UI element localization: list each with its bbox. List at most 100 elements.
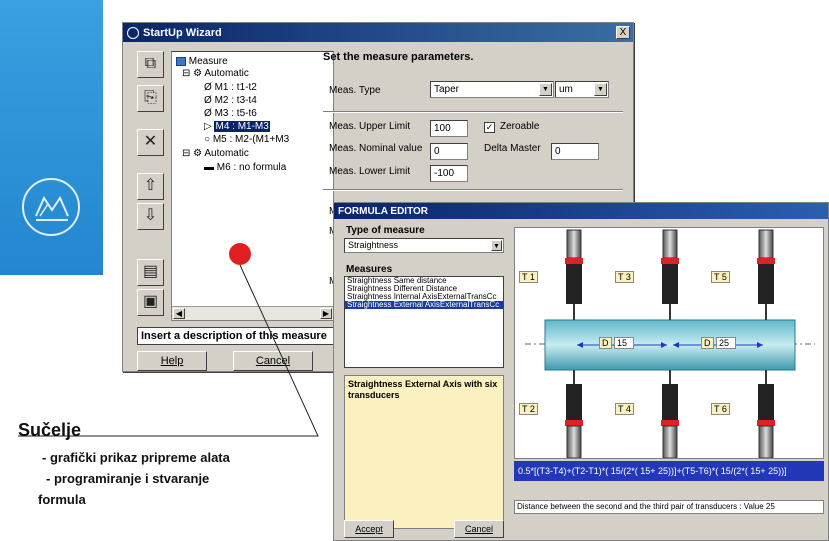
help-label: Help (160, 355, 184, 367)
arrow-up-icon: ⇧ (143, 177, 158, 194)
unit-value: um (559, 84, 573, 95)
formula-editor-window: FORMULA EDITOR Type of measure Straightn… (333, 202, 829, 541)
window-title: StartUp Wizard (143, 26, 222, 39)
transducer-t1: T 1 (519, 271, 538, 283)
scroll-left-arrow[interactable]: ◀ (173, 308, 185, 319)
formula-cancel-button[interactable]: Cancel (454, 520, 504, 538)
list-item[interactable]: Straightness Same distance (345, 277, 503, 285)
zeroable-checkbox[interactable]: ✓ (484, 122, 495, 133)
tree-group-automatic-2[interactable]: ⊟ ⚙ Automatic (182, 148, 249, 160)
new-measure-button[interactable]: ⧉ (137, 51, 164, 78)
tree-item-m1[interactable]: Ø M1 : t1-t2 (204, 82, 257, 94)
type-of-measure-select[interactable]: Straightness ▼ (344, 238, 504, 253)
formula-output[interactable]: 0.5*[(T3-T4)+(T2-T1)*( 15/(2*( 15+ 25))]… (514, 461, 824, 481)
diameter-icon: Ø (204, 108, 212, 119)
transducer-label-t4[interactable]: T 4 (615, 403, 634, 415)
delete-icon: ✕ (143, 133, 158, 150)
transducer-t4: T 4 (615, 403, 634, 415)
move-down-button[interactable]: ⇩ (137, 203, 164, 230)
formula-editor-titlebar: FORMULA EDITOR (334, 203, 828, 219)
dash-icon: ▬ (204, 162, 214, 173)
chevron-down-icon[interactable]: ▼ (491, 240, 502, 251)
diameter-icon: Ø (204, 95, 212, 106)
distance-field-1[interactable]: D 15 (599, 337, 635, 349)
status-bar: Distance between the second and the thir… (514, 500, 824, 514)
tree-item-m6[interactable]: ▬ M6 : no formula (204, 162, 286, 174)
distance-label: D (599, 337, 612, 349)
scroll-right-arrow[interactable]: ▶ (320, 308, 332, 319)
transducer-label-t6[interactable]: T 6 (711, 403, 730, 415)
lower-limit-input[interactable]: -100 (430, 165, 468, 182)
expand-icon: ⊟ (182, 68, 191, 79)
caption-bullets: - grafički prikaz pripreme alata - progr… (38, 447, 230, 510)
tree-scrollbar[interactable]: ◀ ▶ (172, 306, 333, 320)
company-logo (22, 178, 80, 236)
transducer-t5: T 5 (711, 271, 730, 283)
chevron-down-icon[interactable]: ▼ (594, 83, 607, 96)
move-up-button[interactable]: ⇧ (137, 173, 164, 200)
tree-item-m4[interactable]: ▷ M4 : M1-M3 (204, 121, 270, 133)
bullet-2-continuation: formula (38, 492, 86, 507)
measure-description: Straightness External Axis with six tran… (344, 375, 504, 529)
circle-icon: ○ (204, 134, 211, 145)
accept-label: Accept (355, 524, 383, 534)
pointer-dot (229, 243, 251, 265)
meas-type-value: Taper (434, 84, 460, 95)
transducer-label-t3[interactable]: T 3 (615, 271, 634, 283)
folder-icon (176, 56, 186, 66)
tree-item-m2[interactable]: Ø M2 : t3-t4 (204, 95, 257, 107)
tree-root[interactable]: Measure (176, 56, 228, 68)
arrow-down-icon: ⇩ (143, 207, 158, 224)
list-item-selected[interactable]: Straightness External AxisExternalTransC… (345, 301, 503, 309)
copy-measure-button[interactable]: ⎘ (137, 85, 164, 112)
tree-group-automatic[interactable]: ⊟ ⚙ Automatic (182, 68, 249, 80)
close-button[interactable]: X (616, 26, 630, 39)
probe-bottom (565, 370, 775, 458)
probe-top (565, 229, 775, 320)
tree-item-m5[interactable]: ○ M5 : M2-(M1+M3 (204, 134, 289, 146)
nominal-input[interactable]: 0 (430, 143, 468, 160)
delta-master-input[interactable]: 0 (551, 143, 599, 160)
type-of-measure-label: Type of measure (346, 225, 425, 236)
measure-tree[interactable]: Measure ⊟ ⚙ Automatic Ø M1 : t1-t2 Ø M2 … (171, 51, 334, 321)
accept-button[interactable]: Accept (344, 520, 394, 538)
paste-icon: ▤ (142, 263, 159, 280)
paste-button[interactable]: ▤ (137, 259, 164, 286)
distance-value[interactable]: 25 (716, 337, 737, 349)
taper-icon: ▷ (204, 121, 212, 132)
transducer-label-t1[interactable]: T 1 (519, 271, 538, 283)
gear-icon: ⚙ (193, 148, 203, 159)
measures-label: Measures (346, 264, 393, 275)
panel-title: Set the measure parameters. (323, 51, 474, 63)
list-item[interactable]: Straightness Internal AxisExternalTransC… (345, 293, 503, 301)
delete-button[interactable]: ✕ (137, 129, 164, 156)
lower-limit-label: Meas. Lower Limit (329, 166, 411, 177)
divider (323, 189, 623, 191)
cancel-button[interactable]: Cancel (233, 351, 313, 371)
gear-icon: ⚙ (193, 68, 203, 79)
copy-icon: ⎘ (144, 89, 157, 106)
startup-wizard-titlebar: StartUp Wizard (123, 23, 633, 42)
meas-type-select[interactable]: Taper ▼ (430, 81, 554, 98)
export-button[interactable]: ▣ (137, 289, 164, 316)
type-value: Straightness (348, 240, 399, 250)
caption-title: Sučelje (18, 420, 82, 440)
window-title: FORMULA EDITOR (338, 205, 428, 217)
upper-limit-label: Meas. Upper Limit (329, 121, 411, 132)
bullet-2: - programiranje i stvaranje (46, 471, 210, 486)
chevron-down-icon[interactable]: ▼ (539, 83, 552, 96)
expand-icon: ⊟ (182, 148, 191, 159)
tree-item-m3[interactable]: Ø M3 : t5-t6 (204, 108, 257, 120)
transducer-t2: T 2 (519, 403, 538, 415)
unit-select[interactable]: um ▼ (555, 81, 609, 98)
transducer-label-t2[interactable]: T 2 (519, 403, 538, 415)
transducer-t6: T 6 (711, 403, 730, 415)
distance-field-2[interactable]: D 25 (701, 337, 737, 349)
upper-limit-input[interactable]: 100 (430, 120, 468, 137)
distance-label: D (701, 337, 714, 349)
help-button[interactable]: Help (137, 351, 207, 371)
list-item[interactable]: Straightness Different Distance (345, 285, 503, 293)
transducer-label-t5[interactable]: T 5 (711, 271, 730, 283)
measures-list[interactable]: Straightness Same distance Straightness … (344, 276, 504, 368)
distance-value[interactable]: 15 (614, 337, 635, 349)
